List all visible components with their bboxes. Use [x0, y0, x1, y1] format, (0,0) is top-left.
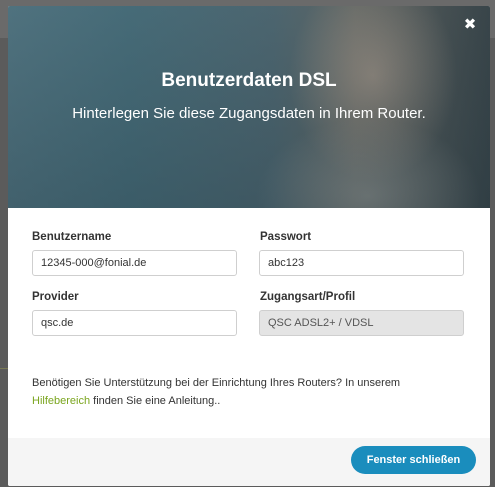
- help-text: Benötigen Sie Unterstützung bei der Einr…: [32, 374, 452, 410]
- help-text-after: finden Sie eine Anleitung..: [90, 395, 221, 407]
- close-window-button[interactable]: Fenster schließen: [351, 446, 476, 474]
- username-label: Benutzername: [32, 231, 112, 243]
- provider-label: Provider: [32, 291, 79, 303]
- help-area-link[interactable]: Hilfebereich: [32, 395, 90, 407]
- modal-footer: Fenster schließen: [8, 438, 490, 486]
- dsl-credentials-modal: ✖ Benutzerdaten DSL Hinterlegen Sie dies…: [8, 6, 490, 486]
- access-type-field: QSC ADSL2+ / VDSL: [259, 310, 464, 336]
- backdrop-divider: [0, 368, 8, 369]
- username-field[interactable]: 12345-000@fonial.de: [32, 250, 237, 276]
- help-text-before: Benötigen Sie Unterstützung bei der Einr…: [32, 377, 401, 389]
- close-icon[interactable]: ✖: [462, 16, 478, 32]
- password-field[interactable]: abc123: [259, 250, 464, 276]
- provider-field[interactable]: qsc.de: [32, 310, 237, 336]
- access-type-label: Zugangsart/Profil: [260, 291, 356, 303]
- modal-title: Benutzerdaten DSL: [161, 70, 337, 91]
- modal-subtitle: Hinterlegen Sie diese Zugangsdaten in Ih…: [72, 105, 426, 122]
- password-label: Passwort: [260, 231, 312, 243]
